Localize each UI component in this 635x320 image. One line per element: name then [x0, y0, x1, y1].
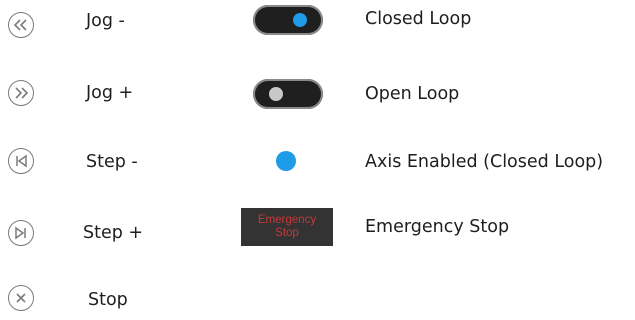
jog-plus-button[interactable]	[8, 80, 34, 106]
emergency-stop-label: Emergency Stop	[365, 217, 510, 237]
axis-enabled-label: Axis Enabled (Closed Loop)	[365, 152, 604, 172]
step-back-icon	[14, 154, 28, 168]
rewind-icon	[14, 19, 28, 31]
step-minus-button[interactable]	[8, 148, 34, 174]
jog-minus-label: Jog -	[86, 11, 125, 31]
stop-label: Stop	[88, 290, 128, 310]
closed-loop-toggle[interactable]	[253, 5, 323, 35]
jog-minus-button[interactable]	[8, 12, 34, 38]
step-plus-label: Step +	[83, 223, 144, 243]
fast-forward-icon	[14, 87, 28, 99]
axis-enabled-indicator	[276, 151, 296, 171]
emergency-stop-button[interactable]: Emergency Stop	[241, 208, 333, 246]
emergency-stop-button-text: Emergency Stop	[257, 214, 317, 239]
closed-loop-label: Closed Loop	[365, 9, 472, 29]
open-loop-label: Open Loop	[365, 84, 460, 104]
toggle-knob-off	[269, 87, 283, 101]
stop-icon	[15, 292, 27, 304]
step-minus-label: Step -	[86, 152, 138, 172]
open-loop-toggle[interactable]	[253, 79, 323, 109]
stop-button[interactable]	[8, 285, 34, 311]
step-plus-button[interactable]	[8, 220, 34, 246]
toggle-knob-on	[293, 13, 307, 27]
step-forward-icon	[14, 226, 28, 240]
jog-plus-label: Jog +	[86, 83, 134, 103]
